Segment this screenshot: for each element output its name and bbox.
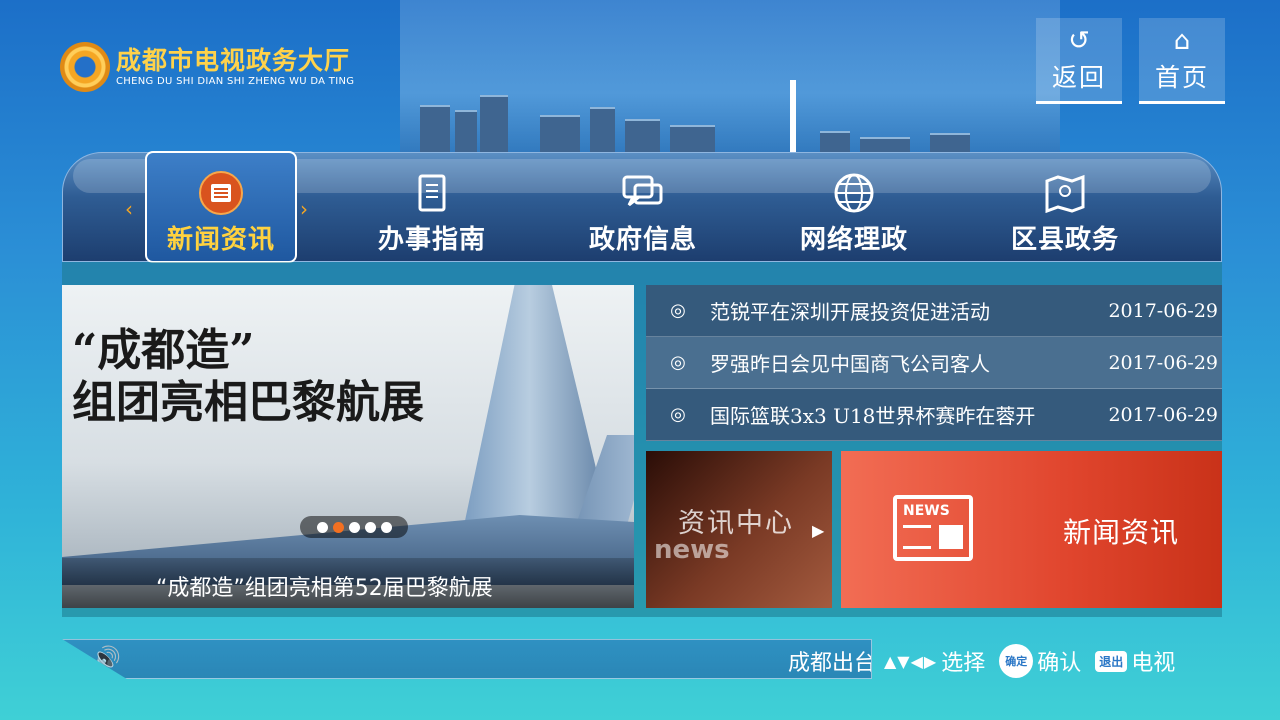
news-list: ◎ 范锐平在深圳开展投资促进活动 2017-06-29 ◎ 罗强昨日会见中国商飞… [646, 285, 1222, 441]
news-title: 罗强昨日会见中国商飞公司客人 [710, 352, 990, 376]
news-tile-label: 新闻资讯 [1063, 516, 1180, 549]
app-logo: 成都市电视政务大厅 CHENG DU SHI DIAN SHI ZHENG WU… [60, 42, 354, 92]
ticker-text: 成都出台 [788, 651, 872, 676]
exit-key-icon: 退出 [1095, 650, 1128, 672]
news-item[interactable]: ◎ 国际篮联3x3 U18世界杯赛昨在蓉开 2017-06-29 [646, 389, 1222, 441]
main-nav: ‹ 新闻资讯 › 办事指南 政府信息 网络理政 区县政务 [62, 151, 1222, 263]
logo-emblem-icon [60, 42, 110, 92]
back-arrow-icon: ↺ [1068, 25, 1090, 56]
home-icon: ⌂ [1173, 25, 1191, 56]
bullet-icon: ◎ [670, 404, 686, 425]
nav-right-arrow-icon[interactable]: › [300, 197, 308, 221]
notebook-icon [410, 171, 454, 215]
hint-select: 选择 [941, 651, 986, 676]
news-title: 国际篮联3x3 U18世界杯赛昨在蓉开 [710, 404, 1036, 428]
nav-item-district-affairs[interactable]: 区县政务 [989, 153, 1141, 263]
nav-label-news: 新闻资讯 [166, 225, 275, 255]
hint-exit: 电视 [1131, 651, 1176, 676]
news-date: 2017-06-29 [1108, 299, 1218, 322]
news-item[interactable]: ◎ 范锐平在深圳开展投资促进活动 2017-06-29 [646, 285, 1222, 337]
nav-label-online-governance: 网络理政 [799, 225, 908, 255]
newspaper-icon: NEWS [893, 495, 973, 561]
news-date: 2017-06-29 [1108, 403, 1218, 426]
news-center-tile[interactable]: 资讯中心 news ▶ [646, 451, 832, 608]
nav-item-news[interactable]: 新闻资讯 [145, 151, 297, 263]
carousel-dot-active[interactable] [332, 521, 344, 533]
back-button[interactable]: ↺ 返回 [1036, 18, 1122, 104]
nav-label-guide: 办事指南 [377, 225, 486, 255]
speaker-icon[interactable]: 🔊 [91, 645, 121, 673]
chat-icon [621, 171, 665, 215]
featured-news-carousel[interactable]: “成都造” 组团亮相巴黎航展 “成都造”组团亮相第52届巴黎航展 [62, 285, 634, 608]
feature-headline: “成都造” 组团亮相巴黎航展 [72, 325, 424, 428]
nav-item-online-governance[interactable]: 网络理政 [778, 153, 930, 263]
carousel-dot[interactable] [348, 521, 360, 533]
news-date: 2017-06-29 [1108, 351, 1218, 374]
carousel-dot[interactable] [364, 521, 376, 533]
news-ticker: 🔊 成都出台 [62, 639, 872, 679]
news-center-subtitle: news [654, 535, 730, 565]
carousel-dot[interactable] [380, 521, 392, 533]
nav-left-arrow-icon[interactable]: ‹ [125, 197, 133, 221]
direction-arrows-icon: ▲▼◀▶ [884, 651, 938, 671]
bullet-icon: ◎ [670, 300, 686, 321]
globe-icon [832, 171, 876, 215]
ok-key-icon: 确定 [999, 644, 1034, 678]
remote-hints: ▲▼◀▶ 选择 确定 确认 退出 电视 [884, 644, 1175, 678]
news-title: 范锐平在深圳开展投资促进活动 [710, 300, 990, 324]
hint-confirm: 确认 [1037, 651, 1082, 676]
nav-item-gov-info[interactable]: 政府信息 [567, 153, 719, 263]
news-item[interactable]: ◎ 罗强昨日会见中国商飞公司客人 2017-06-29 [646, 337, 1222, 389]
carousel-indicator[interactable] [300, 516, 408, 538]
map-icon [1043, 171, 1087, 215]
news-tile[interactable]: NEWS 新闻资讯 [841, 451, 1222, 608]
app-title: 成都市电视政务大厅 [116, 45, 351, 75]
play-arrow-icon: ▶ [812, 521, 825, 540]
home-label: 首页 [1154, 62, 1209, 92]
city-skyline-banner [400, 0, 1060, 155]
nav-label-district-affairs: 区县政务 [1010, 225, 1119, 255]
carousel-dot[interactable] [316, 521, 328, 533]
app-subtitle: CHENG DU SHI DIAN SHI ZHENG WU DA TING [116, 75, 355, 87]
header: 成都市电视政务大厅 CHENG DU SHI DIAN SHI ZHENG WU… [0, 0, 1280, 160]
back-label: 返回 [1051, 62, 1106, 92]
feature-caption: “成都造”组团亮相第52届巴黎航展 [62, 558, 634, 608]
nav-item-guide[interactable]: 办事指南 [356, 153, 508, 263]
nav-label-gov-info: 政府信息 [588, 225, 697, 255]
news-icon [199, 171, 243, 215]
home-button[interactable]: ⌂ 首页 [1139, 18, 1225, 104]
bullet-icon: ◎ [670, 352, 686, 373]
